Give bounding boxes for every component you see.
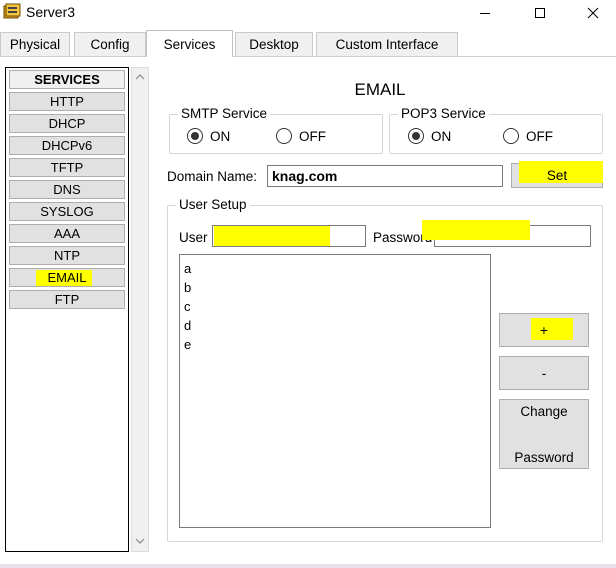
email-title: EMAIL — [354, 80, 406, 99]
add-user-button[interactable]: + — [499, 313, 589, 347]
smtp-on-radio[interactable]: ON — [187, 128, 230, 144]
set-domain-button[interactable]: Set — [511, 161, 603, 188]
user-list[interactable]: a b c d e — [179, 254, 491, 528]
user-list-item[interactable]: c — [184, 297, 486, 316]
user-list-item[interactable]: e — [184, 335, 486, 354]
remove-user-button[interactable]: - — [499, 356, 589, 390]
service-ntp-button[interactable]: NTP — [9, 246, 125, 265]
services-header: SERVICES — [9, 70, 125, 89]
domain-name-label: Domain Name: — [167, 169, 258, 184]
tab-config[interactable]: Config — [74, 32, 146, 56]
smtp-service-group: SMTP Service ON OFF — [169, 106, 383, 154]
server-app-icon — [3, 3, 21, 19]
window-bottom-edge — [0, 564, 616, 568]
service-dhcpv6-button[interactable]: DHCPv6 — [9, 136, 125, 155]
services-scrollbar[interactable] — [131, 67, 149, 552]
user-list-item[interactable]: b — [184, 278, 486, 297]
pop3-service-label: POP3 Service — [398, 106, 489, 121]
tab-custom-interface[interactable]: Custom Interface — [316, 32, 458, 56]
add-user-label: + — [540, 322, 548, 338]
password-input-highlight — [422, 220, 530, 240]
domain-name-input[interactable] — [267, 165, 503, 187]
smtp-off-label: OFF — [299, 128, 326, 144]
user-label: User — [179, 230, 208, 245]
pop3-off-label: OFF — [526, 128, 553, 144]
pop3-on-radio[interactable]: ON — [408, 128, 451, 144]
close-icon — [587, 7, 599, 19]
user-list-item[interactable]: a — [184, 259, 486, 278]
maximize-button[interactable] — [517, 0, 563, 26]
user-input-highlight — [214, 226, 330, 246]
services-list: SERVICES HTTP DHCP DHCPv6 TFTP DNS SYSLO… — [5, 67, 129, 552]
tab-services[interactable]: Services — [146, 30, 233, 57]
pop3-service-group: POP3 Service ON OFF — [389, 106, 603, 154]
chevron-up-icon — [135, 74, 145, 80]
service-http-button[interactable]: HTTP — [9, 92, 125, 111]
change-password-line2: Password — [514, 450, 574, 465]
scroll-down-button[interactable] — [132, 533, 148, 549]
service-email-button[interactable]: EMAIL — [9, 268, 125, 287]
smtp-service-label: SMTP Service — [178, 106, 271, 121]
service-dns-button[interactable]: DNS — [9, 180, 125, 199]
radio-selected-icon — [408, 128, 424, 144]
service-tftp-button[interactable]: TFTP — [9, 158, 125, 177]
tab-desktop[interactable]: Desktop — [235, 32, 313, 56]
tab-physical[interactable]: Physical — [0, 32, 70, 56]
radio-selected-icon — [187, 128, 203, 144]
title-bar: Server3 — [0, 0, 616, 26]
change-password-line1: Change — [520, 404, 568, 419]
service-email-label: EMAIL — [47, 270, 87, 285]
smtp-on-label: ON — [210, 128, 231, 144]
pop3-on-label: ON — [431, 128, 452, 144]
window-title: Server3 — [26, 4, 76, 20]
chevron-down-icon — [135, 538, 145, 544]
radio-unselected-icon — [276, 128, 292, 144]
radio-unselected-icon — [503, 128, 519, 144]
service-aaa-button[interactable]: AAA — [9, 224, 125, 243]
service-ftp-button[interactable]: FTP — [9, 290, 125, 309]
service-dhcp-button[interactable]: DHCP — [9, 114, 125, 133]
tab-strip: Physical Config Services Desktop Custom … — [0, 30, 616, 57]
minimize-icon — [480, 13, 490, 14]
user-list-item[interactable]: d — [184, 316, 486, 335]
change-password-button[interactable]: Change Password — [499, 399, 589, 469]
pop3-off-radio[interactable]: OFF — [503, 128, 553, 144]
close-button[interactable] — [570, 0, 616, 26]
minimize-button[interactable] — [462, 0, 508, 26]
scroll-up-button[interactable] — [132, 69, 148, 85]
maximize-icon — [535, 8, 545, 18]
smtp-off-radio[interactable]: OFF — [276, 128, 326, 144]
user-setup-label: User Setup — [176, 197, 250, 212]
add-highlight — [531, 318, 573, 340]
service-syslog-button[interactable]: SYSLOG — [9, 202, 125, 221]
set-button-label: Set — [546, 168, 568, 183]
